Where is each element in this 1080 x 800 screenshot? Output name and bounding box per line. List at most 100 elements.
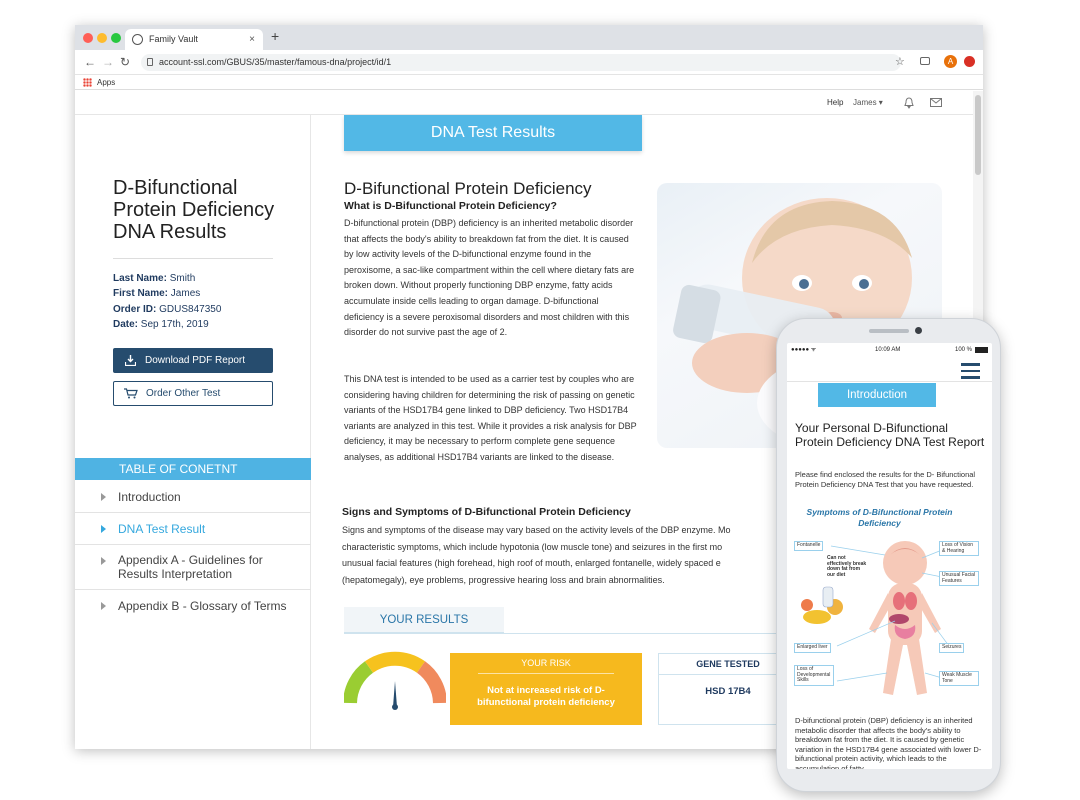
speaker-slot bbox=[869, 329, 909, 333]
user-name: James bbox=[853, 98, 877, 107]
tab-strip: Family Vault × + bbox=[75, 25, 983, 50]
meta-label: First Name: bbox=[113, 288, 169, 299]
phone-status-bar: ●●●●● ᯤ 10:09 AM 100 % bbox=[787, 343, 992, 357]
order-label: Order Other Test bbox=[146, 388, 221, 399]
toc-heading: TABLE OF CONETNT bbox=[75, 458, 311, 480]
toc-label: DNA Test Result bbox=[118, 522, 206, 536]
divider bbox=[113, 258, 273, 259]
download-pdf-button[interactable]: Download PDF Report bbox=[113, 348, 273, 373]
scrollbar-thumb[interactable] bbox=[975, 95, 981, 175]
toc-item-dna-test-result[interactable]: DNA Test Result bbox=[75, 513, 311, 545]
bookmarks-bar: Apps bbox=[75, 75, 983, 90]
toc-item-appendix-b[interactable]: Appendix B - Glossary of Terms bbox=[75, 590, 311, 622]
profile-avatar[interactable]: A bbox=[944, 55, 957, 68]
chevron-right-icon bbox=[101, 493, 106, 501]
risk-gauge-icon bbox=[344, 651, 446, 710]
risk-heading: YOUR RISK bbox=[478, 653, 614, 674]
address-bar-row: ← → ↻ account-ssl.com/GBUS/35/master/fam… bbox=[75, 50, 983, 75]
risk-result-box: YOUR RISK Not at increased risk of D- bi… bbox=[450, 653, 642, 725]
meta-first-name: First Name: James bbox=[113, 288, 200, 299]
phone-report-title: Your Personal D-Bifunctional Protein Def… bbox=[795, 421, 985, 449]
meta-label: Last Name: bbox=[113, 273, 167, 284]
label-enlarged-liver: Enlarged liver bbox=[794, 643, 831, 653]
phone-mockup: ●●●●● ᯤ 10:09 AM 100 % Introduction Your… bbox=[776, 318, 1001, 792]
tab-title: Family Vault bbox=[149, 34, 198, 44]
forward-arrow-icon[interactable]: → bbox=[102, 55, 114, 69]
meta-value: James bbox=[170, 288, 201, 299]
sidebar: D-Bifunctional Protein Deficiency DNA Re… bbox=[75, 115, 311, 749]
bell-icon[interactable] bbox=[904, 97, 914, 109]
toc-label: Appendix A - Guidelines for Results Inte… bbox=[118, 553, 263, 581]
label-weak-muscle-tone: Weak Muscle Tone bbox=[939, 671, 979, 686]
label-vision-hearing: Loss of Vision & Hearing bbox=[939, 541, 979, 556]
back-arrow-icon[interactable]: ← bbox=[84, 55, 96, 69]
new-tab-button[interactable]: + bbox=[271, 28, 279, 44]
toc-item-appendix-a[interactable]: Appendix A - Guidelines for Results Inte… bbox=[75, 545, 311, 590]
close-window-icon[interactable] bbox=[83, 33, 93, 43]
meta-date: Date: Sep 17th, 2019 bbox=[113, 319, 209, 330]
battery-level: 100 % bbox=[955, 347, 973, 353]
camera-icon[interactable] bbox=[920, 57, 930, 65]
phone-intro-banner: Introduction bbox=[818, 383, 936, 407]
mail-icon[interactable] bbox=[930, 98, 942, 107]
meta-last-name: Last Name: Smith bbox=[113, 273, 195, 284]
phone-intro-text: Please find enclosed the results for the… bbox=[795, 470, 976, 489]
toc-label: Appendix B - Glossary of Terms bbox=[118, 599, 287, 613]
chevron-right-icon bbox=[101, 602, 106, 610]
section-banner: DNA Test Results bbox=[344, 115, 642, 151]
globe-icon bbox=[132, 34, 143, 45]
your-results-tab[interactable]: YOUR RESULTS bbox=[344, 607, 504, 633]
signs-heading: Signs and Symptoms of D-Bifunctional Pro… bbox=[342, 506, 631, 518]
label-developmental-skills: Loss of Developmental Skills bbox=[794, 665, 834, 686]
label-fontanelle: Fontanelle bbox=[794, 541, 824, 551]
cart-icon bbox=[124, 388, 138, 399]
help-link[interactable]: Help bbox=[827, 98, 843, 107]
report-title: D-Bifunctional Protein Deficiency DNA Re… bbox=[113, 177, 275, 243]
signal-indicator: ●●●●● ᯤ bbox=[791, 347, 817, 353]
apps-grid-icon[interactable] bbox=[83, 78, 92, 87]
toc-item-introduction[interactable]: Introduction bbox=[75, 481, 311, 513]
url-field[interactable]: account-ssl.com/GBUS/35/master/famous-dn… bbox=[141, 54, 901, 71]
battery-icon bbox=[975, 347, 988, 353]
caret-down-icon: ▾ bbox=[878, 98, 883, 107]
intro-paragraph: D-bifunctional protein (DBP) deficiency … bbox=[344, 218, 635, 338]
toc-label: Introduction bbox=[118, 490, 181, 504]
phone-screen: ●●●●● ᯤ 10:09 AM 100 % Introduction Your… bbox=[787, 343, 992, 769]
lock-icon bbox=[147, 58, 153, 66]
tab-close-icon[interactable]: × bbox=[249, 29, 255, 50]
status-time: 10:09 AM bbox=[875, 347, 901, 353]
url-text: account-ssl.com/GBUS/35/master/famous-dn… bbox=[159, 57, 392, 67]
chevron-right-icon bbox=[101, 557, 106, 565]
front-camera bbox=[915, 327, 922, 334]
diagram-title: Symptoms of D-Bifunctional Protein Defic… bbox=[806, 507, 953, 528]
label-facial-features: Unusual Facial Features bbox=[939, 571, 979, 586]
condition-heading: D-Bifunctional Protein Deficiency bbox=[344, 179, 592, 198]
meta-label: Date: bbox=[113, 319, 139, 330]
star-icon[interactable]: ☆ bbox=[895, 55, 905, 68]
what-is-heading: What is D-Bifunctional Protein Deficienc… bbox=[344, 200, 557, 212]
risk-text: Not at increased risk of D- bifunctional… bbox=[477, 685, 615, 708]
reload-icon[interactable]: ↻ bbox=[120, 55, 130, 69]
chevron-right-icon bbox=[101, 525, 106, 533]
meta-value: Smith bbox=[169, 273, 196, 284]
download-label: Download PDF Report bbox=[145, 355, 246, 366]
order-other-test-button[interactable]: Order Other Test bbox=[113, 381, 273, 406]
symptoms-diagram bbox=[801, 541, 950, 695]
browser-tab[interactable]: Family Vault × bbox=[125, 29, 263, 50]
top-nav: Help James ▾ bbox=[75, 91, 973, 115]
extension-icon[interactable] bbox=[964, 56, 975, 67]
meta-value: GDUS847350 bbox=[159, 304, 222, 315]
label-fat: Can not effectively break down fat from … bbox=[827, 555, 867, 578]
hamburger-menu-icon[interactable] bbox=[961, 363, 980, 379]
download-icon bbox=[125, 355, 136, 366]
label-seizures: Seizures bbox=[939, 643, 965, 653]
minimize-window-icon[interactable] bbox=[97, 33, 107, 43]
bookmark-apps[interactable]: Apps bbox=[97, 78, 115, 87]
phone-bottom-text: D-bifunctional protein (DBP) deficiency … bbox=[795, 716, 982, 769]
carrier-paragraph: This DNA test is intended to be used as … bbox=[344, 374, 637, 462]
meta-label: Order ID: bbox=[113, 304, 157, 315]
maximize-window-icon[interactable] bbox=[111, 33, 121, 43]
user-menu[interactable]: James ▾ bbox=[853, 98, 883, 107]
header-divider bbox=[787, 381, 992, 382]
meta-order-id: Order ID: GDUS847350 bbox=[113, 304, 221, 315]
